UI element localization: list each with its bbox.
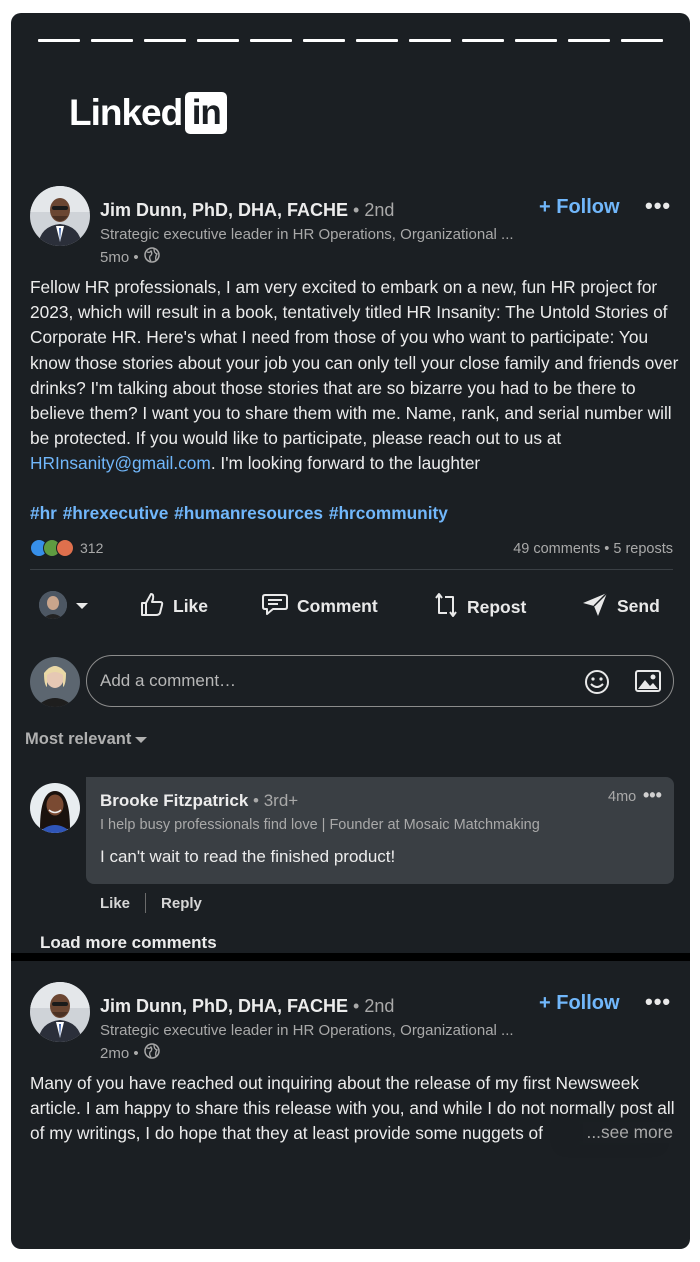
post-body: Fellow HR professionals, I am very excit… xyxy=(30,275,680,477)
author-name-text: Jim Dunn, PhD, DHA, FACHE xyxy=(100,200,349,220)
logo-in-box: in xyxy=(185,92,228,134)
post-actions-bar: Like Comment Repost Send xyxy=(11,591,690,631)
comment-button[interactable]: Comment xyxy=(261,591,378,622)
more-options-icon[interactable]: ••• xyxy=(645,193,671,219)
follow-button[interactable]: + Follow xyxy=(539,196,620,219)
comment-text: I can't wait to read the finished produc… xyxy=(100,847,396,866)
comment-icon xyxy=(261,591,289,622)
progress-dash xyxy=(250,39,292,42)
post-body-end: . I'm looking forward to the laughter xyxy=(210,453,481,474)
comment-time: 4mo xyxy=(608,789,637,805)
repost-button[interactable]: Repost xyxy=(433,591,526,624)
sort-label: Most relevant xyxy=(25,730,132,748)
post-separator xyxy=(11,953,690,961)
linkedin-logo: Linked in xyxy=(69,92,228,134)
progress-dash xyxy=(303,39,345,42)
author-name[interactable]: Jim Dunn, PhD, DHA, FACHE • 2nd xyxy=(100,996,394,1017)
comment-bubble: Brooke Fitzpatrick • 3rd+ I help busy pr… xyxy=(86,777,674,884)
progress-dash xyxy=(568,39,610,42)
globe-icon xyxy=(143,1043,160,1063)
author-name-text: Jim Dunn, PhD, DHA, FACHE xyxy=(100,996,349,1016)
author-avatar[interactable] xyxy=(30,186,90,246)
load-more-comments-button[interactable]: Load more comments xyxy=(40,933,217,953)
reactions-summary[interactable]: 312 xyxy=(30,539,103,557)
post-meta: 2mo • xyxy=(100,1043,160,1063)
hashtags[interactable]: #hr #hrexecutive #humanresources #hrcomm… xyxy=(30,503,448,524)
globe-icon xyxy=(143,247,160,267)
follow-button[interactable]: + Follow xyxy=(539,992,620,1015)
connection-degree: • 2nd xyxy=(353,200,395,220)
progress-dash xyxy=(38,39,80,42)
progress-dash xyxy=(621,39,663,42)
send-label: Send xyxy=(617,596,660,616)
author-avatar[interactable] xyxy=(30,982,90,1042)
love-reaction-icon xyxy=(56,539,74,557)
comment-like-button[interactable]: Like xyxy=(100,895,130,912)
divider xyxy=(30,569,673,570)
author-headline: Strategic executive leader in HR Operati… xyxy=(100,226,514,243)
progress-dash xyxy=(409,39,451,42)
author-headline: Strategic executive leader in HR Operati… xyxy=(100,1022,514,1039)
see-more-button[interactable]: ...see more xyxy=(582,1122,673,1143)
add-comment-input[interactable]: Add a comment… xyxy=(86,655,674,707)
more-options-icon[interactable]: ••• xyxy=(645,989,671,1015)
app-frame: Linked in Jim Dunn, PhD, DHA, FACHE • 2n… xyxy=(11,13,690,1249)
comment-label: Comment xyxy=(297,596,378,616)
current-user-avatar xyxy=(30,657,80,707)
repost-icon xyxy=(433,591,459,624)
like-label: Like xyxy=(173,596,209,616)
commenter-name[interactable]: Brooke Fitzpatrick • 3rd+ xyxy=(100,791,298,811)
chevron-down-icon xyxy=(75,595,89,616)
post-body-text: Fellow HR professionals, I am very excit… xyxy=(30,277,679,449)
email-link[interactable]: HRInsanity@gmail.com xyxy=(30,453,211,473)
author-name[interactable]: Jim Dunn, PhD, DHA, FACHE • 2nd xyxy=(100,200,394,221)
post-meta: 5mo • xyxy=(100,247,160,267)
progress-dash xyxy=(515,39,557,42)
small-avatar xyxy=(39,591,67,619)
sort-comments-dropdown[interactable]: Most relevant xyxy=(25,730,148,749)
post-time: 2mo • xyxy=(100,1044,139,1062)
comment-action-separator xyxy=(145,893,147,913)
reaction-count: 312 xyxy=(80,540,104,556)
progress-dash xyxy=(91,39,133,42)
repost-label: Repost xyxy=(467,597,527,617)
logo-wordmark: Linked xyxy=(69,92,183,133)
commenter-name-text: Brooke Fitzpatrick xyxy=(100,791,249,810)
react-as-selector[interactable] xyxy=(39,591,89,619)
comment-more-icon[interactable]: ••• xyxy=(643,785,662,806)
comments-reposts-count[interactable]: 49 comments • 5 reposts xyxy=(513,541,673,557)
commenter-headline: I help busy professionals find love | Fo… xyxy=(100,817,540,833)
progress-dash xyxy=(462,39,504,42)
post-time: 5mo • xyxy=(100,248,139,266)
send-button[interactable]: Send xyxy=(581,591,660,622)
progress-dash xyxy=(144,39,186,42)
story-progress-bar xyxy=(38,39,663,42)
like-button[interactable]: Like xyxy=(139,591,208,622)
thumbs-up-icon xyxy=(139,591,165,622)
emoji-icon[interactable] xyxy=(584,669,610,700)
progress-dash xyxy=(356,39,398,42)
progress-dash xyxy=(197,39,239,42)
commenter-avatar[interactable] xyxy=(30,783,80,833)
comment-placeholder: Add a comment… xyxy=(100,671,237,690)
comment-actions: Like Reply xyxy=(100,893,202,913)
caret-down-icon xyxy=(135,730,148,749)
connection-degree: • 2nd xyxy=(353,996,395,1016)
send-icon xyxy=(581,591,609,622)
comment-reply-button[interactable]: Reply xyxy=(161,895,202,912)
commenter-degree: • 3rd+ xyxy=(253,791,299,810)
image-icon[interactable] xyxy=(635,669,661,698)
